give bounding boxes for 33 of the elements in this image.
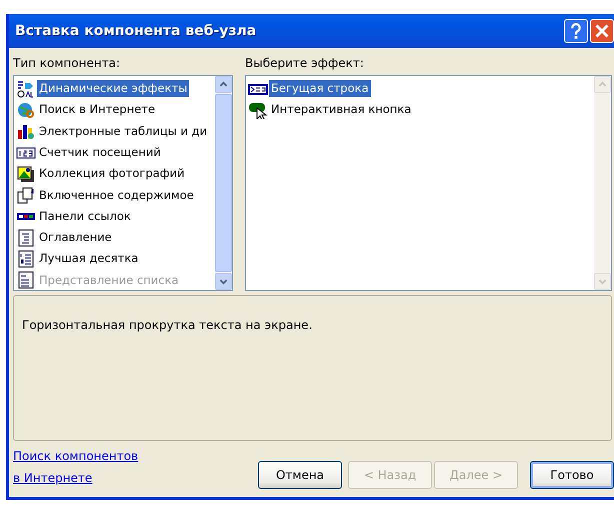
pages-icon xyxy=(16,186,36,204)
search-link[interactable]: Поиск компонентов xyxy=(13,445,138,467)
list-item[interactable]: Интерактивная кнопка xyxy=(269,101,414,119)
description-text: Горизонтальная прокрутка текста на экране. xyxy=(22,317,314,334)
close-icon[interactable] xyxy=(590,19,614,43)
list-item[interactable]: Оглавление xyxy=(37,229,114,246)
effects-icon xyxy=(16,80,36,98)
list-item[interactable]: Динамические эффекты xyxy=(37,80,190,98)
search-link[interactable]: в Интернете xyxy=(13,467,138,489)
globe-icon xyxy=(16,100,36,119)
list-item[interactable]: Поиск в Интернете xyxy=(37,101,158,119)
effect-label: Выберите эффект: xyxy=(245,55,365,72)
scroll-down-icon[interactable] xyxy=(215,273,232,290)
window-title: Вставка компонента веб-узла xyxy=(15,22,258,40)
help-icon[interactable] xyxy=(564,19,588,43)
dialog-button[interactable]: Готово xyxy=(530,461,614,489)
list-item[interactable]: Бегущая строка xyxy=(269,80,371,98)
scrollbar[interactable] xyxy=(215,76,232,290)
document-icon xyxy=(16,228,36,247)
scroll-up-icon[interactable] xyxy=(215,76,232,93)
list-item[interactable]: Счетчик посещений xyxy=(37,144,163,162)
scroll-thumb[interactable] xyxy=(215,94,232,272)
list-item[interactable]: Включенное содержимое xyxy=(37,186,196,204)
numbered-list-icon xyxy=(16,250,36,268)
pointer-icon xyxy=(248,100,268,119)
component-type-label: Тип компонента: xyxy=(13,55,122,72)
list-item[interactable]: Панели ссылок xyxy=(37,208,133,226)
dialog-button[interactable]: Отмена xyxy=(258,461,342,489)
list-item[interactable]: Электронные таблицы и ди xyxy=(37,122,210,140)
list-item[interactable]: Коллекция фотографий xyxy=(37,165,187,182)
photos-icon xyxy=(16,164,36,183)
chart-icon xyxy=(16,122,36,140)
list-item[interactable]: Лучшая десятка xyxy=(37,250,140,268)
